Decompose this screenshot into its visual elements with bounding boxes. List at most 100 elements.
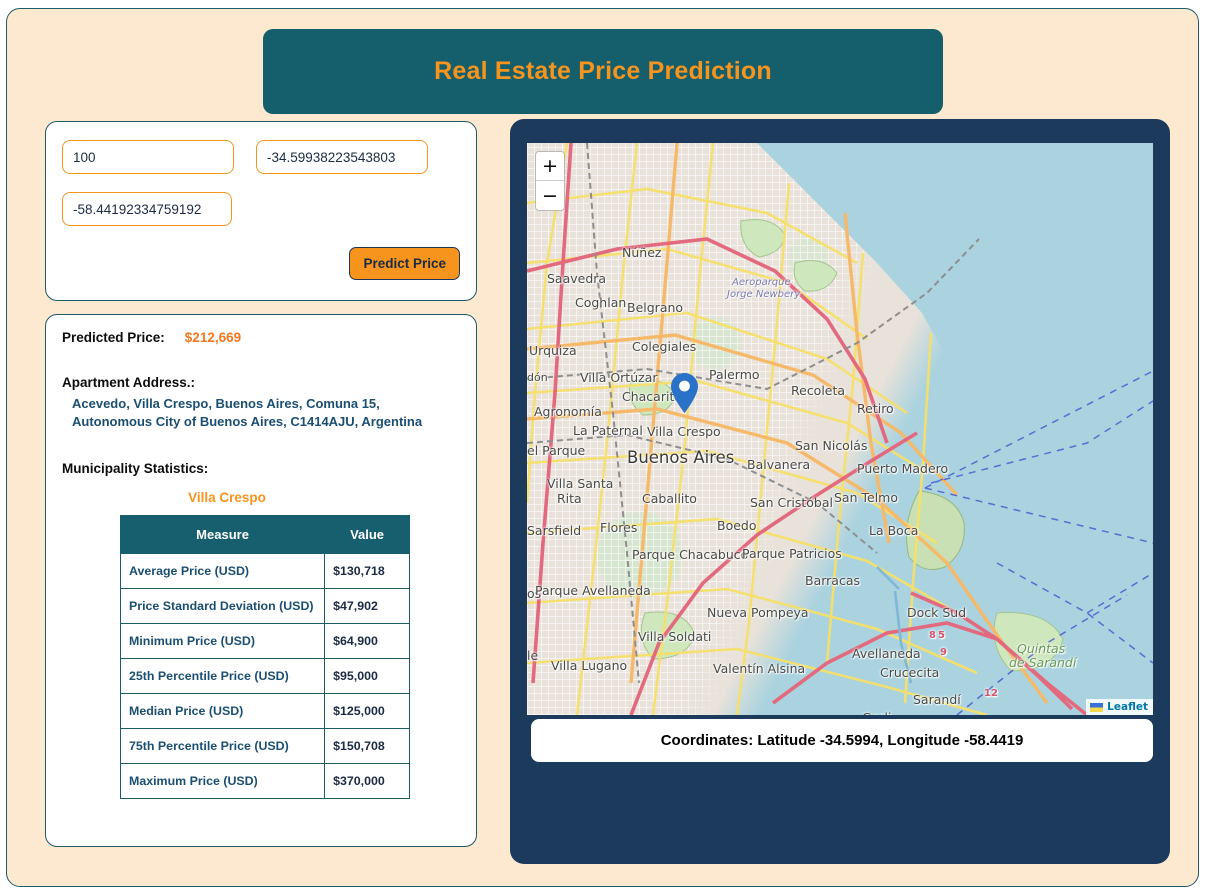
table-row: Maximum Price (USD) $370,000 (119, 763, 410, 800)
ukraine-flag-icon (1090, 702, 1104, 712)
map-panel: + − Núñez Saavedra Coghlan Belgrano Urquiza C… (510, 119, 1170, 864)
address-label: Apartment Address.: (62, 375, 196, 390)
page-title: Real Estate Price Prediction (434, 57, 772, 85)
map-place-label: Nueva Pompeya (707, 605, 809, 620)
map-place-label: Belgrano (627, 300, 684, 315)
stats-measure-cell: Maximum Price (USD) (119, 763, 326, 800)
map-place-label: Caballito (642, 491, 697, 506)
coordinates-text: Coordinates: Latitude -34.5994, Longitud… (660, 732, 1024, 749)
map-place-label: le (527, 648, 539, 663)
map-marker-pin[interactable] (671, 373, 698, 413)
municipality-stats-table: Measure Value Average Price (USD) $130,71… (119, 515, 410, 800)
coordinates-bar: Coordinates: Latitude -34.5994, Longitud… (531, 719, 1153, 762)
map-place-label: el Parque (527, 443, 586, 458)
surface-input[interactable] (62, 140, 234, 174)
map-route-shield: 9 (940, 647, 947, 658)
map-place-label: Valentín Alsina (713, 661, 806, 676)
map-place-label: Colegiales (632, 339, 697, 354)
address-line-1: Acevedo, Villa Crespo, Buenos Aires, Com… (72, 396, 380, 411)
map-place-label: Villa Crespo (647, 424, 721, 439)
map-place-label: Villa Lugano (551, 658, 628, 673)
map-place-label: La Paternal (573, 423, 643, 438)
input-row-top (62, 140, 460, 174)
map-place-label: Flores (600, 520, 638, 535)
results-card: Predicted Price: $212,669 Apartment Addr… (45, 314, 477, 847)
map-place-label: Retiro (857, 401, 894, 416)
map-place-label: Parque Avellaneda (535, 583, 651, 598)
app-header: Real Estate Price Prediction (263, 29, 943, 114)
table-row: Average Price (USD) $130,718 (119, 553, 410, 590)
map-place-label: Buenos Aires (627, 448, 735, 467)
table-row: 75th Percentile Price (USD) $150,708 (119, 728, 410, 765)
stats-table-head: Measure Value (119, 515, 410, 555)
stats-col-measure: Measure (119, 515, 326, 555)
map-place-label: Palermo (709, 367, 760, 382)
map-place-label: Parque Chacabuco (632, 547, 749, 562)
table-row: Price Standard Deviation (USD) $47,902 (119, 588, 410, 625)
map-place-label: Villa Soldati (638, 629, 712, 644)
leaflet-attribution[interactable]: Leaflet (1086, 699, 1153, 715)
address-value: Acevedo, Villa Crespo, Buenos Aires, Com… (72, 395, 460, 430)
map-route-shield: 8 (929, 630, 936, 641)
address-line-2: Autonomous City of Buenos Aires, C1414AJ… (72, 413, 423, 429)
map-place-label: San Cristóbal (750, 495, 833, 510)
map-place-label: Urquiza (529, 343, 577, 358)
map-place-label: Agronomía (534, 404, 602, 419)
table-row: Median Price (USD) $125,000 (119, 693, 410, 730)
stats-header-row: Measure Value (119, 515, 410, 555)
stats-col-value: Value (324, 515, 410, 555)
stats-value-cell: $95,000 (324, 658, 410, 695)
map-place-label: Balvanera (747, 457, 811, 472)
stats-measure-cell: Average Price (USD) (119, 553, 326, 590)
municipality-name: Villa Crespo (188, 490, 266, 506)
map-place-label: Villa Ortúzar (580, 370, 658, 385)
map-place-label: Sarsfield (527, 523, 582, 538)
map-place-label: Sarandí (913, 692, 961, 707)
leaflet-link[interactable]: Leaflet (1107, 701, 1148, 713)
map-place-label: Aeroparque (732, 277, 791, 288)
municipality-stats-label: Municipality Statistics: (62, 461, 209, 477)
map-zoom-controls[interactable]: + − (535, 151, 565, 211)
app-container: Real Estate Price Prediction Predict Pri… (6, 8, 1199, 887)
latitude-input[interactable] (256, 140, 428, 174)
map-place-label: Crucecita (880, 665, 940, 680)
map-place-label: La Boca (869, 523, 919, 538)
map-place-label: Saavedra (547, 271, 607, 286)
stats-table-body: Average Price (USD) $130,718 Price Standar… (119, 553, 410, 800)
stats-value-cell: $64,900 (324, 623, 410, 660)
stats-measure-cell: Minimum Price (USD) (119, 623, 326, 660)
map-place-label: Quintas (1017, 641, 1066, 656)
map-place-label: Dock Sud (907, 605, 967, 620)
map-place-label: Rita (557, 491, 582, 506)
map-place-label: Jorge Newbery (727, 289, 801, 300)
map-place-label: Coghlan (575, 295, 627, 310)
stats-measure-cell: Price Standard Deviation (USD) (119, 588, 326, 625)
stats-value-cell: $370,000 (324, 763, 410, 800)
map-route-shield: 5 (938, 630, 945, 641)
map-place-label: Gerli (862, 710, 891, 715)
map-place-label: Núñez (622, 245, 662, 260)
stats-value-cell: $47,902 (324, 588, 410, 625)
longitude-input[interactable] (62, 192, 232, 226)
stats-measure-cell: 25th Percentile Price (USD) (119, 658, 326, 695)
map-place-label: San Nicolás (795, 438, 868, 453)
stats-measure-cell: Median Price (USD) (119, 693, 326, 730)
predict-price-button[interactable]: Predict Price (349, 247, 460, 280)
leaflet-map[interactable]: + − Núñez Saavedra Coghlan Belgrano Urquiza C… (527, 143, 1153, 715)
map-place-label: Puerto Madero (857, 461, 949, 476)
predicted-price-value: $212,669 (184, 330, 242, 345)
map-place-label: Parque Patricios (742, 546, 842, 561)
map-place-label: San Telmo (834, 490, 898, 505)
prediction-input-card: Predict Price (45, 121, 477, 301)
stats-value-cell: $130,718 (324, 553, 410, 590)
zoom-out-button[interactable]: − (536, 181, 564, 210)
stats-measure-cell: 75th Percentile Price (USD) (119, 728, 326, 765)
zoom-in-button[interactable]: + (536, 152, 564, 181)
predict-row: Predict Price (62, 247, 460, 280)
map-place-label: Recoleta (791, 383, 846, 398)
table-row: Minimum Price (USD) $64,900 (119, 623, 410, 660)
stats-value-cell: $150,708 (324, 728, 410, 765)
map-route-shield: 12 (984, 688, 998, 699)
map-place-label: Barracas (805, 573, 860, 588)
left-column: Predict Price Predicted Price: $212,669 … (39, 114, 484, 854)
